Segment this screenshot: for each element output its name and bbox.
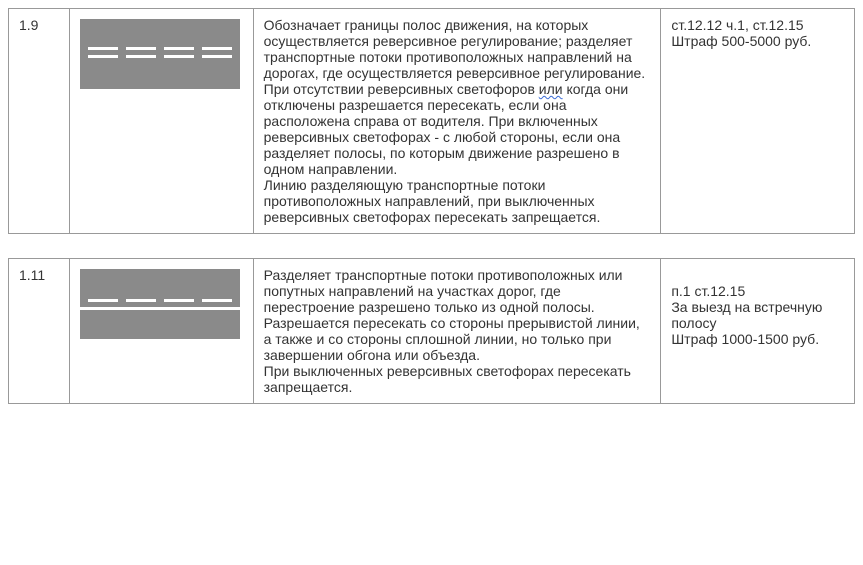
description-paragraph: Линию разделяющую транспортные потоки пр… — [264, 177, 651, 225]
description-paragraph: При выключенных реверсивных светофорах п… — [264, 363, 651, 395]
table-row: 1.9 Обозначает границы полос движения, н… — [9, 9, 855, 234]
sign-cell — [70, 259, 253, 404]
penalty-article: п.1 ст.12.15 — [671, 283, 745, 299]
table-gap — [8, 234, 855, 258]
rule-number-cell: 1.9 — [9, 9, 70, 234]
description-cell: Разделяет транспортные потоки противопол… — [253, 259, 661, 404]
description-cell: Обозначает границы полос движения, на ко… — [253, 9, 661, 234]
penalty-cell: п.1 ст.12.15 За выезд на встречную полос… — [661, 259, 855, 404]
penalty-fine: Штраф 1000-1500 руб. — [671, 331, 819, 347]
road-rules-table-2: 1.11 Разделяет транспортные потоки проти… — [8, 258, 855, 404]
rule-number-cell: 1.11 — [9, 259, 70, 404]
penalty-article: ст.12.12 ч.1, ст.12.15 — [671, 17, 803, 33]
penalty-fine: Штраф 500-5000 руб. — [671, 33, 811, 49]
penalty-cell: ст.12.12 ч.1, ст.12.15 Штраф 500-5000 ру… — [661, 9, 855, 234]
description-paragraph: Разделяет транспортные потоки противопол… — [264, 267, 651, 363]
sign-cell — [70, 9, 253, 234]
rule-number: 1.11 — [19, 267, 45, 283]
penalty-reason: За выезд на встречную полосу — [671, 299, 822, 331]
road-rules-table-1: 1.9 Обозначает границы полос движения, н… — [8, 8, 855, 234]
road-marking-1-9-icon — [80, 19, 240, 89]
spellcheck-word: или — [539, 81, 563, 97]
description-paragraph: Обозначает границы полос движения, на ко… — [264, 17, 651, 177]
road-marking-1-11-icon — [80, 269, 240, 339]
table-row: 1.11 Разделяет транспортные потоки проти… — [9, 259, 855, 404]
rule-number: 1.9 — [19, 17, 38, 33]
